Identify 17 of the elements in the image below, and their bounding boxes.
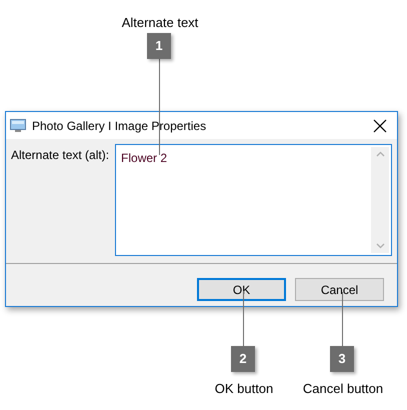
callout-number: 1 [147, 33, 171, 59]
field-label: Alternate text (alt): [11, 147, 110, 164]
leader-line [342, 292, 343, 346]
monitor-icon [10, 118, 26, 132]
leader-line [243, 291, 244, 346]
callout-number: 2 [231, 346, 255, 372]
cancel-button[interactable]: Cancel [295, 278, 384, 301]
close-icon[interactable] [373, 118, 387, 132]
callout-label: Alternate text [122, 14, 198, 32]
callout-label: Cancel button [302, 380, 384, 398]
scrollbar[interactable] [371, 147, 389, 253]
alt-text-field[interactable]: Flower 2 [115, 144, 392, 256]
scroll-down-icon[interactable] [376, 243, 384, 249]
callout-label: OK button [214, 380, 274, 398]
scroll-up-icon[interactable] [376, 151, 384, 157]
field-value: Flower 2 [120, 150, 168, 167]
callout-number: 3 [330, 346, 354, 372]
